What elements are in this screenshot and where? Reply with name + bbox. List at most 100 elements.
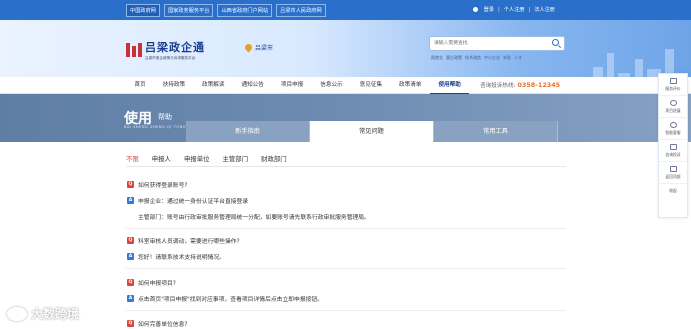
side-item-label: 返回顶部 xyxy=(665,173,681,179)
question-row[interactable]: Q 如何获得登录账号? xyxy=(127,180,370,189)
site-logo[interactable]: 吕梁政企通 吕梁市惠企政策与诉求服务平台 xyxy=(126,39,205,61)
floating-side-panel: 服务评价 项目进展 智能客服 咨询投诉 返回顶部 收起 xyxy=(658,73,688,218)
answer-row: A 点击首页"项目申报"找到对应事项，查看项目详情后点击立即申报按钮。 xyxy=(127,294,323,303)
legal-register-link[interactable]: 法人注册 xyxy=(534,6,555,13)
logo-icon xyxy=(126,43,142,57)
banner-help: 帮助 xyxy=(158,113,172,121)
watermark-logo-icon xyxy=(7,306,27,321)
side-item-back-to-top[interactable]: 返回顶部 xyxy=(659,162,687,184)
side-item-label: 服务评价 xyxy=(665,85,681,91)
watermark-text: 大数跨境 xyxy=(31,307,80,321)
side-item-label: 智能客服 xyxy=(665,129,681,135)
location-label: 吕梁市 xyxy=(255,45,274,52)
nav-item-help[interactable]: 使用帮助 xyxy=(429,77,470,94)
question-icon: Q xyxy=(127,320,134,327)
gov-link-lvliang[interactable]: 吕梁市人民政府网 xyxy=(276,4,326,17)
hotline: 咨询投诉热线: 0358-12345 xyxy=(480,77,560,95)
hot-word[interactable]: 人才 xyxy=(514,55,522,61)
faq-item: Q 科室审核人员调动，需要进行哪些操作? A 您好！请联系技术支持说明情况。 xyxy=(127,236,240,261)
progress-icon xyxy=(669,99,677,106)
answer-text: 点击首页"项目申报"找到对应事项，查看项目详情后点击立即申报按钮。 xyxy=(138,297,324,303)
top-bar: 中国政府网 国家政务服务平台 山西省政府门户网站 吕梁市人民政府网 登录 | 个… xyxy=(0,0,691,20)
answer-row: A 申报企业：通过统一身份认证平台直接登录 xyxy=(127,196,370,205)
location-selector[interactable]: 吕梁市 xyxy=(243,42,274,53)
hotline-number: 0358-12345 xyxy=(517,81,561,89)
watermark: 大数跨境 xyxy=(7,305,79,322)
search-bar xyxy=(429,36,565,51)
user-icon xyxy=(472,7,478,12)
separator: | xyxy=(497,6,500,13)
side-item-complaint[interactable]: 咨询投诉 xyxy=(659,140,687,162)
location-pin-icon xyxy=(243,42,254,53)
banner-subtitle: BAI SHENG ZHENG QI TONG xyxy=(124,125,187,129)
nav-item-notices[interactable]: 通知公告 xyxy=(233,77,272,94)
nav-item-public-info[interactable]: 信息公示 xyxy=(312,77,351,94)
hotline-label: 咨询投诉热线: xyxy=(480,83,516,89)
divider xyxy=(126,268,566,269)
faq-item: Q 如何申报项目? A 点击首页"项目申报"找到对应事项，查看项目详情后点击立即… xyxy=(127,278,323,303)
hot-word[interactable]: 补贴 xyxy=(503,55,511,61)
site-header: 吕梁政企通 吕梁市惠企政策与诉求服务平台 吕梁市 稳就业 惠企政策 技术改造 中… xyxy=(0,20,691,97)
hot-words: 稳就业 惠企政策 技术改造 中小企业 补贴 人才 xyxy=(431,55,522,61)
edit-icon xyxy=(669,77,677,84)
gov-links: 中国政府网 国家政务服务平台 山西省政府门户网站 吕梁市人民政府网 xyxy=(126,4,326,17)
side-item-smart-service[interactable]: 智能客服 xyxy=(659,118,687,140)
account-links: 登录 | 个人注册 | 法人注册 xyxy=(472,6,555,13)
gov-link-shanxi[interactable]: 山西省政府门户网站 xyxy=(217,4,273,17)
nav-item-policy-list[interactable]: 政策清单 xyxy=(391,77,430,94)
gov-link-china[interactable]: 中国政府网 xyxy=(126,4,160,17)
tab-beginner-guide[interactable]: 新手指南 xyxy=(186,121,310,142)
nav-item-home[interactable]: 首页 xyxy=(126,77,154,94)
search-icon[interactable] xyxy=(551,38,562,49)
faq-item: Q 如何获得登录账号? A 申报企业：通过统一身份认证平台直接登录 主管部门：账… xyxy=(127,180,370,221)
main-nav: 首页 扶持政策 政策解读 通知公告 项目申报 信息公示 意见征集 政策清单 使用… xyxy=(0,77,691,94)
hot-word[interactable]: 技术改造 xyxy=(465,55,481,61)
collapse-button[interactable]: 收起 xyxy=(659,184,687,197)
nav-item-project-apply[interactable]: 项目申报 xyxy=(272,77,311,94)
login-link[interactable]: 登录 xyxy=(484,6,494,13)
logo-title: 吕梁政企通 xyxy=(145,41,205,54)
question-icon: Q xyxy=(127,279,134,286)
search-input[interactable] xyxy=(430,37,540,50)
question-icon: Q xyxy=(127,237,134,244)
personal-register-link[interactable]: 个人注册 xyxy=(504,6,525,13)
tab-faq[interactable]: 常见问题 xyxy=(310,121,434,142)
hot-word[interactable]: 中小企业 xyxy=(484,55,500,61)
answer-text: 您好！请联系技术支持说明情况。 xyxy=(138,255,225,261)
side-item-label: 项目进展 xyxy=(665,107,681,113)
divider xyxy=(126,310,566,311)
question-row[interactable]: Q 如何申报项目? xyxy=(127,278,323,287)
question-text: 如何完善单位信息? xyxy=(138,322,188,328)
question-text: 如何申报项目? xyxy=(138,281,176,287)
hot-word[interactable]: 稳就业 xyxy=(431,55,443,61)
logo-subtitle: 吕梁市惠企政策与诉求服务平台 xyxy=(145,56,196,60)
answer-icon: A xyxy=(127,295,134,302)
arrow-up-icon xyxy=(669,165,677,172)
faq-item: Q 如何完善单位信息? xyxy=(127,319,187,328)
answer-icon: A xyxy=(127,197,134,204)
answer-icon: A xyxy=(127,253,134,260)
question-text: 如何获得登录账号? xyxy=(138,183,188,189)
question-row[interactable]: Q 科室审核人员调动，需要进行哪些操作? xyxy=(127,236,240,245)
help-tabs: 新手指南 常见问题 常用工具 xyxy=(186,121,558,142)
hot-word[interactable]: 惠企政策 xyxy=(446,55,462,61)
answer-row: A 您好！请联系技术支持说明情况。 xyxy=(127,252,240,261)
answer-text: 申报企业：通过统一身份认证平台直接登录 xyxy=(138,199,249,205)
nav-item-interpretation[interactable]: 政策解读 xyxy=(194,77,233,94)
divider xyxy=(126,166,566,167)
question-text: 科室审核人员调动，需要进行哪些操作? xyxy=(138,239,240,245)
side-item-project-progress[interactable]: 项目进展 xyxy=(659,96,687,118)
question-row[interactable]: Q 如何完善单位信息? xyxy=(127,319,187,328)
divider xyxy=(126,228,566,229)
tab-tools[interactable]: 常用工具 xyxy=(434,121,558,142)
answer-extra-text: 主管部门：账号由行政审批服务管理局统一分配，如要账号请先联系行政审批服务管理局。 xyxy=(138,215,370,221)
gov-link-national[interactable]: 国家政务服务平台 xyxy=(163,4,214,17)
shield-icon xyxy=(669,143,677,150)
nav-item-policies[interactable]: 扶持政策 xyxy=(154,77,193,94)
question-icon: Q xyxy=(127,181,134,188)
side-item-label: 咨询投诉 xyxy=(665,151,681,157)
side-item-service-rating[interactable]: 服务评价 xyxy=(659,74,687,96)
separator: | xyxy=(528,6,531,13)
nav-item-opinions[interactable]: 意见征集 xyxy=(351,77,390,94)
headset-icon xyxy=(669,121,677,128)
